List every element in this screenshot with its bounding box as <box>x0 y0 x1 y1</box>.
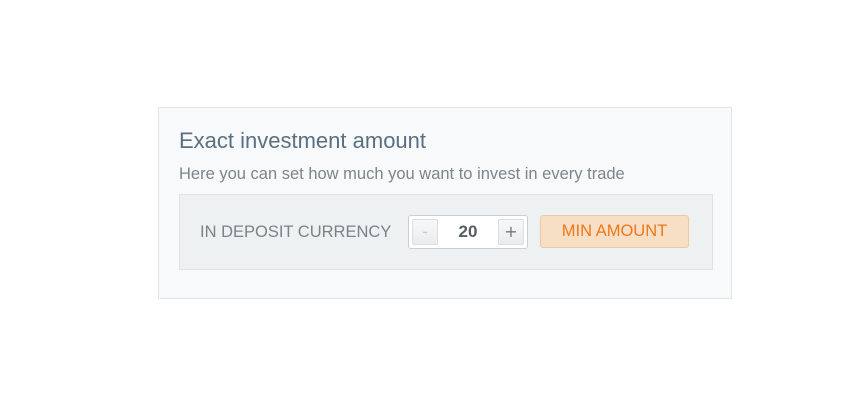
increment-button[interactable]: + <box>498 219 524 245</box>
plus-icon: + <box>504 222 518 241</box>
amount-panel: IN DEPOSIT CURRENCY - + MIN AMOUNT <box>179 194 713 270</box>
decrement-button[interactable]: - <box>412 219 438 245</box>
minus-icon: - <box>422 222 428 241</box>
card-title: Exact investment amount <box>179 128 427 153</box>
card-subtitle: Here you can set how much you want to in… <box>179 165 625 183</box>
investment-amount-card: Exact investment amount Here you can set… <box>158 107 732 299</box>
amount-stepper: - + <box>408 215 528 249</box>
amount-input[interactable] <box>439 216 497 248</box>
min-amount-button[interactable]: MIN AMOUNT <box>540 215 689 248</box>
deposit-currency-label: IN DEPOSIT CURRENCY <box>200 223 392 241</box>
